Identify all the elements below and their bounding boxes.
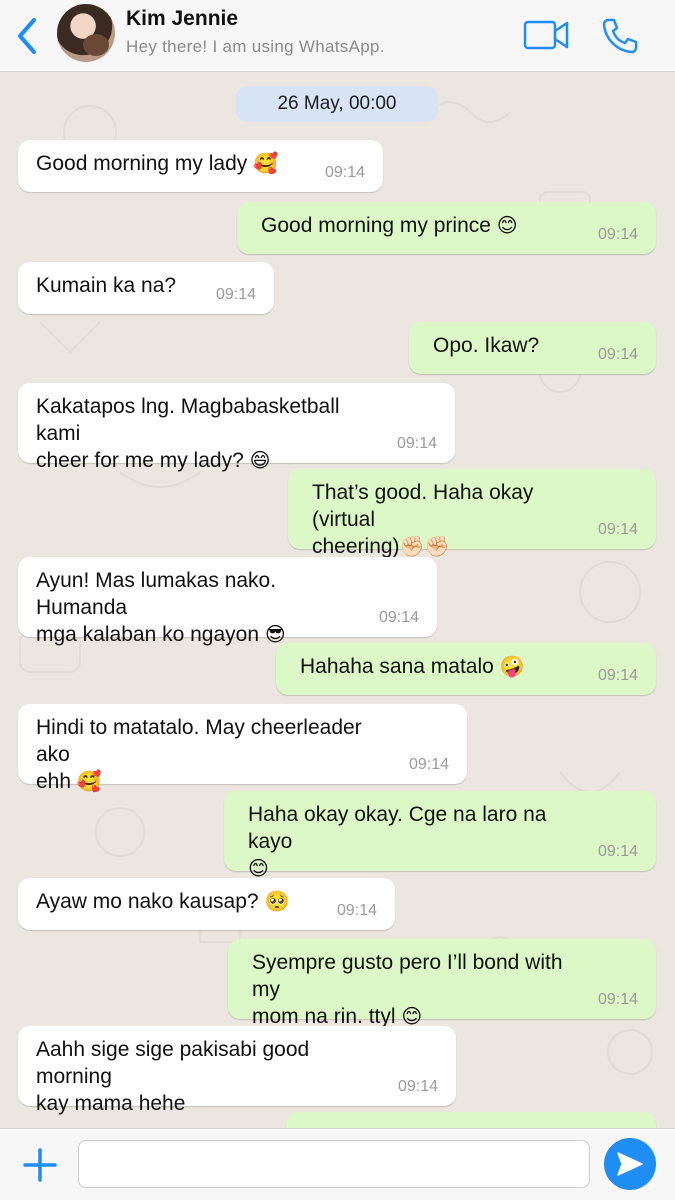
message-text: Good morning my prince — [261, 214, 491, 237]
emoji: 🤪 — [499, 654, 525, 678]
voice-call-button[interactable] — [600, 16, 640, 56]
message-text: Ayun! Mas lumakas nako. Humanda mga kala… — [36, 569, 277, 646]
emoji: 🥰 — [76, 769, 102, 793]
message-time: 09:14 — [396, 435, 437, 452]
emoji: 😎 — [264, 622, 286, 646]
message-bubble[interactable]: Good morning my lady 🥰 09:14 — [18, 140, 383, 192]
message-time: 09:14 — [597, 346, 638, 363]
message-time: 09:14 — [597, 226, 638, 243]
emoji: 😊 — [401, 1004, 423, 1028]
emoji: 😊 — [248, 856, 269, 880]
message-text: Aahh sige sige pakisabi good morning kay… — [36, 1038, 310, 1115]
message-bubble-partial[interactable] — [286, 1112, 656, 1128]
attach-button[interactable] — [22, 1147, 58, 1183]
send-button[interactable] — [604, 1138, 656, 1190]
emoji: 🥺 — [264, 889, 290, 913]
message-bubble[interactable]: Kakatapos lng. Magbabasketball kami chee… — [18, 383, 455, 472]
contact-name[interactable]: Kim Jennie — [126, 7, 238, 31]
message-input-bar — [0, 1128, 675, 1200]
phone-icon — [602, 18, 638, 54]
message-bubble[interactable]: Haha okay okay. Cge na laro na kayo 😊 09… — [224, 791, 656, 880]
message-bubble[interactable]: Aahh sige sige pakisabi good morning kay… — [18, 1026, 456, 1115]
contact-status: Hey there! I am using WhatsApp. — [126, 37, 385, 56]
message-text: Hahaha sana matalo — [300, 655, 494, 678]
message-text: Kumain ka na? — [36, 274, 177, 297]
message-time: 09:14 — [215, 286, 256, 303]
message-text: Ayaw mo nako kausap? — [36, 890, 259, 913]
send-arrow-icon — [617, 1152, 643, 1176]
plus-icon — [23, 1148, 57, 1182]
emoji: 😄 — [249, 448, 271, 472]
message-text: Opo. Ikaw? — [433, 334, 540, 357]
message-bubble[interactable]: Ayaw mo nako kausap? 🥺 09:14 — [18, 878, 395, 930]
message-bubble[interactable]: Syempre gusto pero I’ll bond with my mom… — [228, 939, 656, 1028]
raised-fist-emoji: ✊🏻✊🏻 — [399, 534, 450, 558]
message-time: 09:14 — [597, 521, 638, 538]
video-camera-icon — [523, 20, 569, 50]
message-time: 09:14 — [597, 667, 638, 684]
message-bubble[interactable]: Kumain ka na? 09:14 — [18, 262, 274, 314]
message-time: 09:14 — [408, 756, 449, 773]
emoji: 😊 — [496, 213, 518, 237]
message-text: Kakatapos lng. Magbabasketball kami chee… — [36, 395, 340, 472]
message-bubble[interactable]: Hahaha sana matalo 🤪 09:14 — [276, 643, 656, 695]
message-time: 09:14 — [336, 902, 377, 919]
date-separator: 26 May, 00:00 — [236, 86, 438, 122]
back-button[interactable] — [14, 14, 44, 58]
message-text: Haha okay okay. Cge na laro na kayo — [248, 803, 547, 853]
message-bubble[interactable]: Hindi to matatalo. May cheerleader ako e… — [18, 704, 467, 793]
video-call-button[interactable] — [522, 18, 570, 52]
message-bubble[interactable]: Ayun! Mas lumakas nako. Humanda mga kala… — [18, 557, 437, 646]
avatar[interactable] — [57, 4, 115, 62]
chevron-left-icon — [18, 18, 36, 54]
chat-header: Kim Jennie Hey there! I am using WhatsAp… — [0, 0, 675, 72]
message-time: 09:14 — [397, 1078, 438, 1095]
message-time: 09:14 — [597, 843, 638, 860]
message-bubble[interactable]: Opo. Ikaw? 09:14 — [409, 322, 656, 374]
message-time: 09:14 — [324, 164, 365, 181]
message-bubble[interactable]: Good morning my prince 😊 09:14 — [237, 202, 656, 254]
message-bubble[interactable]: That’s good. Haha okay (virtual cheering… — [288, 469, 656, 558]
message-time: 09:14 — [597, 991, 638, 1008]
message-text: Good morning my lady — [36, 152, 248, 175]
message-input[interactable] — [78, 1140, 590, 1188]
message-time: 09:14 — [378, 609, 419, 626]
message-list[interactable]: 26 May, 00:00 Good morning my lady 🥰 09:… — [0, 72, 675, 1128]
emoji: 🥰 — [253, 151, 279, 175]
